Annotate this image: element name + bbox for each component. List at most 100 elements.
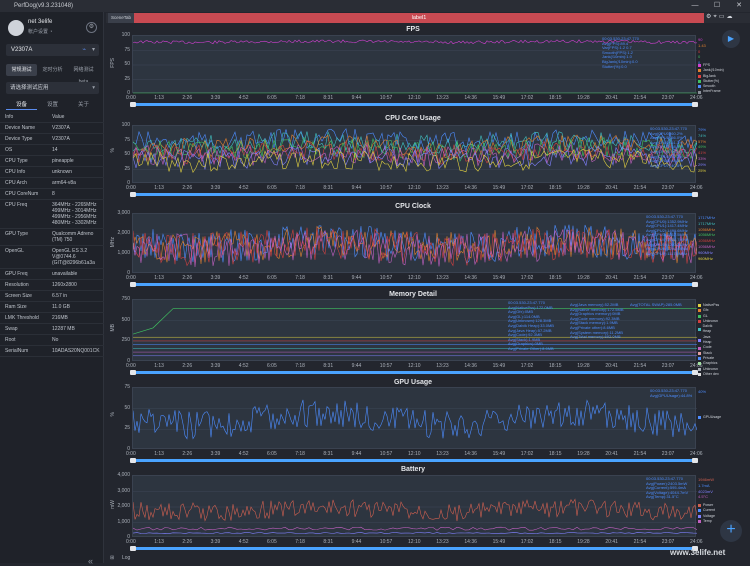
legend-item[interactable]: Other dex: [698, 372, 719, 377]
plot-area[interactable]: [132, 475, 697, 537]
info-value: 364MHz - 2265MHz 499MHz - 3014MHz 499MHz…: [52, 202, 97, 226]
y-tick-label: 75: [124, 46, 130, 53]
x-tick-label: 14:36: [464, 185, 477, 191]
timeline-scrollbar[interactable]: [132, 193, 696, 196]
cloud-icon[interactable]: ☁: [726, 14, 734, 20]
info-row: CPU Type pineapple: [0, 156, 104, 167]
y-tick-label: 3,000: [117, 210, 130, 216]
x-tick-label: 21:54: [633, 539, 647, 545]
stats-annotation: 00:03.530-23:47.770 Avg(NativePss):172.0…: [508, 300, 554, 351]
scene-tab-bar: SceneTab label1: [106, 13, 750, 23]
chart-panel: CPU Clock MHz 3,000 2,000 1,000 0 0:00 1:13 2:26…: [110, 203, 716, 287]
x-tick-label: 7:18: [295, 275, 305, 281]
scroll-handle-left[interactable]: [130, 192, 136, 197]
info-row: LMK Threshold 216MB: [0, 313, 104, 324]
tab-regular-test[interactable]: 常规测试: [6, 64, 37, 76]
collapse-sidebar-icon[interactable]: «: [88, 556, 93, 566]
legend-item[interactable]: Temp: [698, 519, 715, 524]
x-tick-label: 2:26: [182, 363, 193, 369]
series-line: [133, 229, 697, 268]
info-value: V2307A: [52, 125, 70, 131]
x-tick-label: 4:52: [238, 95, 249, 101]
gear-icon[interactable]: ⚙: [86, 22, 97, 33]
plot-area[interactable]: [132, 387, 697, 449]
legend-item[interactable]: Dalvik Heap: [698, 324, 719, 335]
info-row: CPU Info unknown: [0, 167, 104, 178]
app-selector[interactable]: 请选择测试应用 ▾: [6, 82, 99, 94]
plot-area[interactable]: [132, 125, 697, 183]
legend-item[interactable]: InterFrame: [698, 89, 724, 94]
device-selector[interactable]: V2307A ⌁ ▾: [6, 44, 99, 56]
scroll-handle-right[interactable]: [692, 282, 698, 287]
x-tick-label: 6:05: [267, 95, 277, 101]
timeline-scrollbar[interactable]: [132, 283, 696, 286]
log-button[interactable]: Log: [122, 555, 130, 561]
x-tick-label: 8:31: [323, 275, 334, 281]
timeline-scrollbar[interactable]: [132, 103, 696, 106]
add-icon[interactable]: ⊞: [110, 555, 114, 561]
maximize-button[interactable]: ☐: [706, 0, 728, 12]
timeline-scrollbar[interactable]: [132, 547, 696, 550]
scroll-handle-left[interactable]: [130, 458, 136, 463]
tab-scene[interactable]: SceneTab: [108, 13, 134, 23]
info-value: unknown: [52, 169, 73, 175]
series-line: [133, 399, 697, 440]
y-tick-label: 1,000: [117, 250, 130, 256]
tab-label1[interactable]: label1: [134, 13, 704, 23]
scroll-handle-left[interactable]: [130, 282, 136, 287]
add-button[interactable]: +: [720, 520, 742, 542]
tab-network-test[interactable]: 网络测试 beta: [68, 64, 99, 85]
x-tick-label: 0:00: [126, 451, 136, 457]
scroll-handle-right[interactable]: [692, 102, 698, 107]
y-tick-label: 25: [124, 425, 130, 432]
scroll-handle-left[interactable]: [130, 102, 136, 107]
x-tick-label: 1:13: [154, 363, 164, 369]
info-key: CPU Type: [5, 158, 28, 164]
current-value: 1056MHz: [698, 243, 716, 249]
close-button[interactable]: ✕: [728, 0, 750, 12]
current-value: 960MHz: [698, 255, 713, 261]
play-icon[interactable]: ▶: [722, 30, 740, 48]
legend-item[interactable]: Java Heap: [698, 335, 719, 346]
minimize-button[interactable]: —: [684, 0, 706, 12]
scroll-handle-left[interactable]: [130, 546, 136, 551]
x-tick-label: 15:49: [492, 451, 506, 457]
x-tick-label: 4:52: [238, 185, 249, 191]
y-tick-label: 25: [124, 75, 130, 82]
plot-area[interactable]: [132, 213, 697, 273]
x-tick-label: 0:00: [126, 363, 136, 369]
x-tick-label: 18:15: [549, 95, 562, 101]
info-key: GPU Freq: [5, 271, 28, 277]
account-settings-link[interactable]: 帐户设置 ◔: [28, 28, 52, 35]
x-tick-label: 3:39: [210, 539, 221, 545]
x-tick-label: 0:00: [126, 275, 136, 281]
x-tick-label: 10:57: [379, 451, 393, 457]
x-tick-label: 21:54: [633, 95, 647, 101]
scroll-handle-left[interactable]: [130, 370, 136, 375]
x-tick-label: 17:02: [520, 95, 534, 101]
x-tick-label: 9:44: [351, 363, 362, 369]
legend-item[interactable]: GPUUsage: [698, 415, 721, 420]
x-tick-label: 6:05: [267, 451, 277, 457]
info-value: 8: [52, 191, 55, 197]
scroll-handle-right[interactable]: [692, 192, 698, 197]
info-key: Swap: [5, 326, 18, 332]
device-info-table: Info Value Device Name V2307A Device Type V23…: [0, 112, 104, 357]
y-tick-label: 100: [121, 32, 130, 38]
info-row: CPU CoreNum 8: [0, 189, 104, 200]
timeline-scrollbar[interactable]: [132, 371, 696, 374]
tab-device[interactable]: 设备: [6, 100, 37, 110]
info-value: 11.0 GB: [52, 304, 70, 310]
info-value: 10ADAS20NQ001CK: [52, 348, 100, 354]
scroll-handle-right[interactable]: [692, 458, 698, 463]
info-tabs: 设备 设置 关于: [6, 100, 99, 110]
tab-settings[interactable]: 设置: [37, 100, 68, 110]
avatar[interactable]: [8, 20, 24, 36]
tab-about[interactable]: 关于: [68, 100, 99, 110]
x-tick-label: 21:54: [633, 185, 647, 191]
info-key: Device Type: [5, 136, 33, 142]
timeline-scrollbar[interactable]: [132, 459, 696, 462]
tab-timed-analysis[interactable]: 定时分析: [37, 64, 68, 76]
y-tick-label: 4,000: [117, 472, 130, 478]
info-value: 12287 MB: [52, 326, 75, 332]
